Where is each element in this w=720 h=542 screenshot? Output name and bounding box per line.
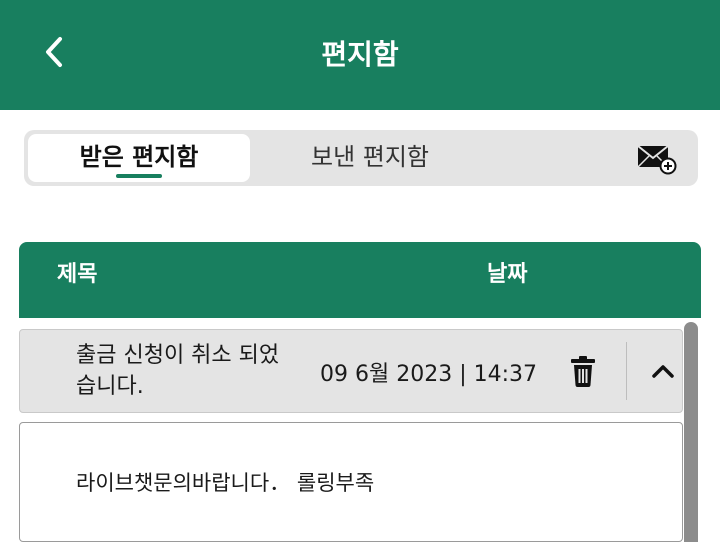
table-header: 제목 날짜	[19, 242, 701, 318]
compose-button[interactable]	[636, 142, 678, 176]
mailbox-tabs: 받은 편지함 보낸 편지함	[24, 130, 698, 186]
app-header: 편지함	[0, 0, 720, 110]
collapse-button[interactable]	[646, 354, 680, 388]
message-date: 09 6월 2023 | 14:37	[320, 362, 538, 387]
message-body: 라이브챗문의바랍니다． 롤링부족	[19, 422, 683, 542]
tab-sent[interactable]: 보낸 편지함	[250, 134, 490, 182]
active-tab-indicator	[116, 174, 162, 178]
column-header-date: 날짜	[487, 262, 528, 287]
row-divider	[626, 342, 627, 400]
message-subject: 출금 신청이 취소 되었습니다.	[76, 343, 280, 399]
mail-plus-icon	[637, 145, 677, 175]
delete-button[interactable]	[568, 354, 598, 388]
message-row[interactable]: 출금 신청이 취소 되었습니다. 09 6월 2023 | 14:37	[19, 329, 683, 413]
tab-inbox-label: 받은 편지함	[79, 143, 199, 171]
column-header-subject: 제목	[57, 262, 98, 287]
trash-icon	[571, 356, 595, 387]
tab-sent-label: 보낸 편지함	[310, 143, 430, 171]
scrollbar[interactable]	[684, 322, 698, 542]
message-body-text: 라이브챗문의바랍니다． 롤링부족	[76, 471, 375, 495]
page-title: 편지함	[321, 38, 399, 71]
tab-inbox[interactable]: 받은 편지함	[28, 134, 250, 182]
chevron-up-icon	[652, 365, 674, 378]
